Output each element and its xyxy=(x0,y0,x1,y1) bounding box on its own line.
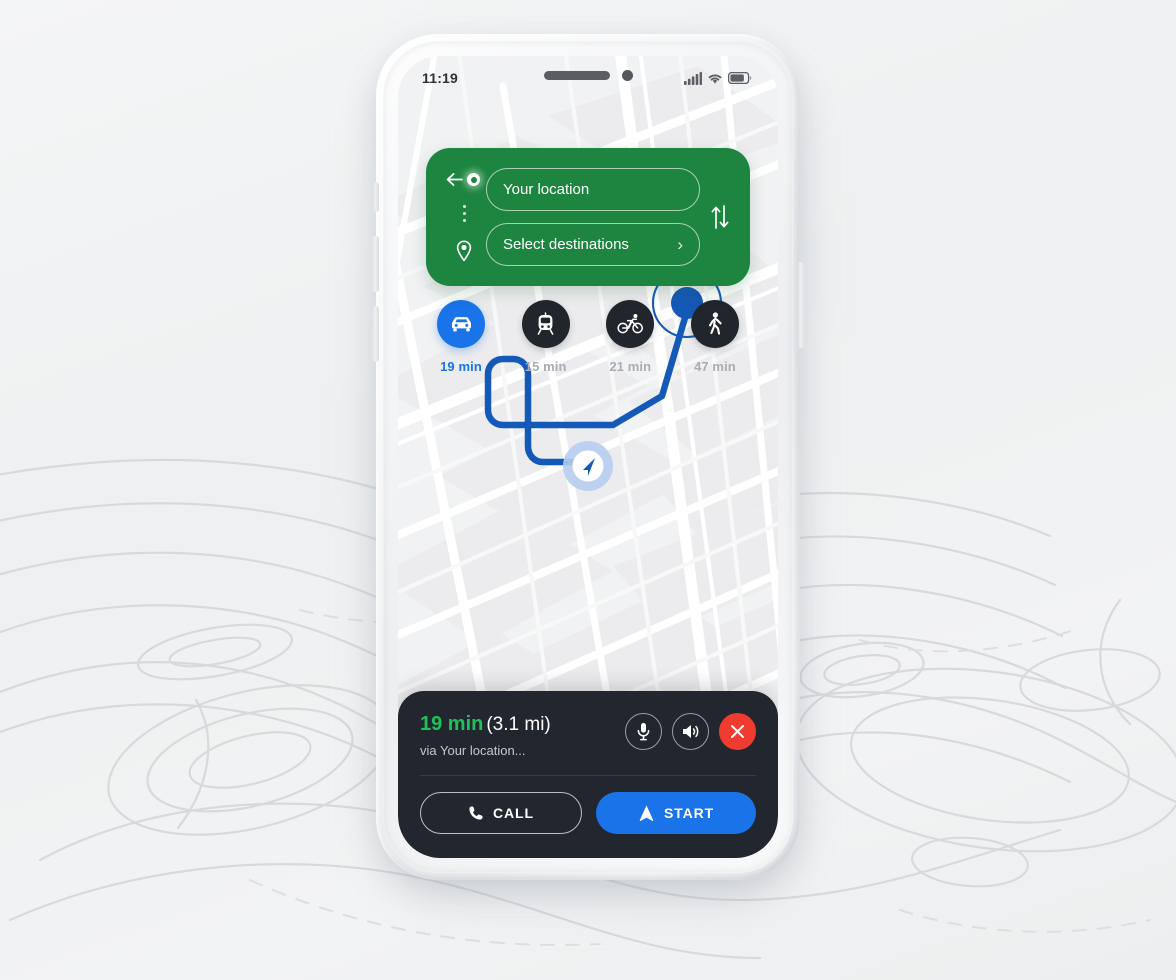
scene-background: 11:19 Your location Select destinations … xyxy=(0,0,1176,980)
tram-icon xyxy=(537,312,554,335)
destination-input-value: Select destinations xyxy=(503,236,629,253)
route-input-fields: Your location Select destinations › xyxy=(486,168,700,266)
transit-mode-time: 15 min xyxy=(524,359,567,374)
silent-switch-button[interactable] xyxy=(373,182,379,212)
transport-mode-drive[interactable]: 19 min xyxy=(426,300,496,374)
bike-mode-circle xyxy=(606,300,655,348)
map-pin-icon xyxy=(456,240,472,262)
status-bar-time: 11:19 xyxy=(422,70,459,86)
transport-mode-selector: 19 min 15 min 21 min 47 min xyxy=(426,300,750,374)
destination-input[interactable]: Select destinations › xyxy=(486,223,700,266)
chevron-right-icon: › xyxy=(677,235,683,254)
close-navigation-button[interactable] xyxy=(719,713,756,751)
route-connector-dots xyxy=(462,200,466,227)
call-button-label: CALL xyxy=(493,805,534,821)
phone-icon xyxy=(469,806,483,820)
drive-mode-circle xyxy=(437,300,485,348)
eta-line: 19 min (3.1 mi) xyxy=(420,713,551,736)
phone-screen: 11:19 Your location Select destinations … xyxy=(398,56,778,858)
bike-mode-time: 21 min xyxy=(609,359,652,374)
car-icon xyxy=(451,316,471,331)
swap-vertical-icon xyxy=(711,205,729,229)
volume-up-button[interactable] xyxy=(372,236,379,292)
origin-input-value: Your location xyxy=(503,181,590,198)
volume-down-button[interactable] xyxy=(372,306,379,362)
route-search-panel: Your location Select destinations › xyxy=(426,148,750,286)
start-navigation-button[interactable]: START xyxy=(596,792,756,834)
transport-mode-walk[interactable]: 47 min xyxy=(680,300,750,374)
wifi-icon xyxy=(708,74,722,84)
call-button[interactable]: CALL xyxy=(420,792,582,834)
transit-mode-circle xyxy=(521,300,570,348)
status-bar-indicators xyxy=(684,71,752,85)
power-button[interactable] xyxy=(797,262,804,348)
volume-button[interactable] xyxy=(672,713,709,751)
bicycle-icon xyxy=(617,314,643,334)
eta-block: 19 min (3.1 mi) via Your location... xyxy=(420,711,551,758)
back-arrow-icon[interactable] xyxy=(446,172,463,187)
eta-duration: 19 min xyxy=(420,713,484,736)
battery-icon xyxy=(728,72,752,84)
transport-mode-transit[interactable]: 15 min xyxy=(511,300,581,374)
start-button-label: START xyxy=(663,805,715,821)
eta-distance: (3.1 mi) xyxy=(486,714,551,736)
drive-mode-time: 19 min xyxy=(440,359,482,374)
card-divider xyxy=(420,775,756,776)
walk-mode-time: 47 min xyxy=(694,359,736,374)
origin-dot-icon xyxy=(467,173,480,186)
close-x-icon xyxy=(731,725,744,739)
volume-icon xyxy=(683,725,699,739)
navigation-card-header: 19 min (3.1 mi) via Your location... xyxy=(420,711,756,758)
walk-mode-circle xyxy=(690,300,739,348)
navigation-primary-actions: CALL START xyxy=(420,792,756,834)
navigation-arrow-icon xyxy=(639,805,654,821)
microphone-button[interactable] xyxy=(625,713,662,751)
walking-icon xyxy=(709,312,723,335)
swap-endpoints-button[interactable] xyxy=(708,204,732,230)
phone-device: 11:19 Your location Select destinations … xyxy=(372,34,804,894)
status-bar: 11:19 xyxy=(398,56,778,100)
back-and-origin-row xyxy=(446,172,480,187)
route-endpoint-indicators xyxy=(442,168,484,266)
navigation-quick-actions xyxy=(625,711,756,751)
transport-mode-bike[interactable]: 21 min xyxy=(595,300,665,374)
origin-input[interactable]: Your location xyxy=(486,168,700,211)
navigation-summary-card: 19 min (3.1 mi) via Your location... CAL… xyxy=(398,691,778,858)
route-via-text: via Your location... xyxy=(420,743,526,758)
cellular-signal-icon xyxy=(684,71,702,85)
microphone-icon xyxy=(637,723,650,741)
